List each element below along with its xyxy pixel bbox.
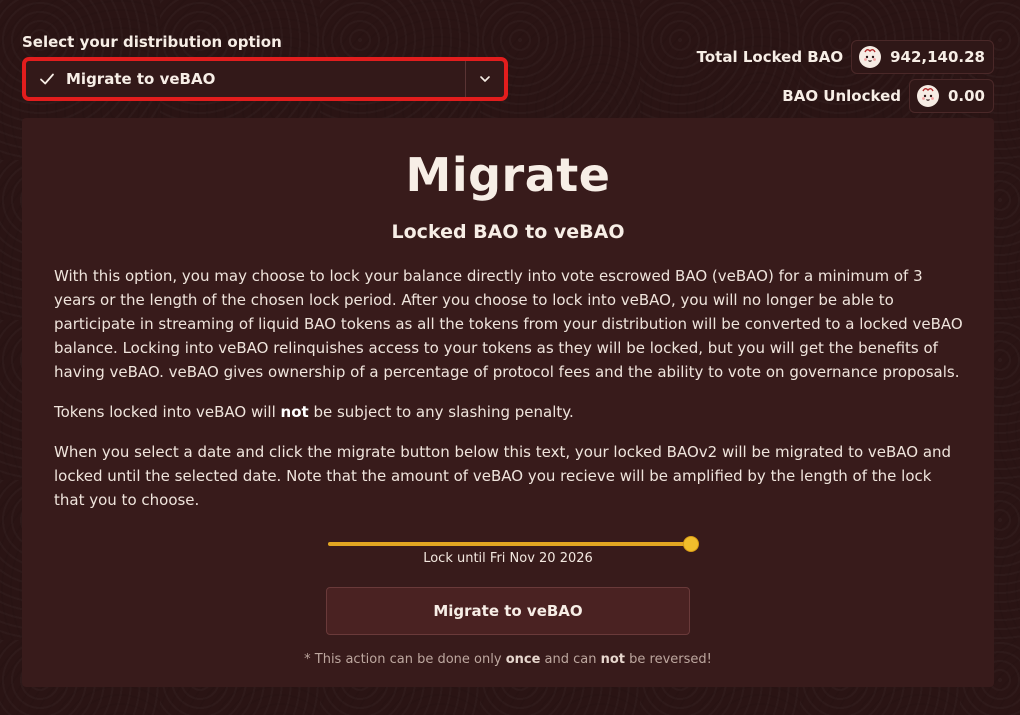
distribution-selected-option: Migrate to veBAO xyxy=(66,70,216,88)
warning-mid: and can xyxy=(540,652,601,667)
slider-fill xyxy=(328,542,690,546)
migrate-button[interactable]: Migrate to veBAO xyxy=(326,587,690,635)
bao-unlocked-stat: BAO Unlocked 0.00 xyxy=(782,79,994,113)
distribution-select-value[interactable]: Migrate to veBAO xyxy=(26,61,465,97)
slashing-note-pre: Tokens locked into veBAO will xyxy=(54,403,281,421)
migration-instructions: When you select a date and click the mig… xyxy=(54,443,952,509)
lock-until-label: Lock until Fri Nov 20 2026 xyxy=(423,551,593,566)
warning-emphasis-not: not xyxy=(600,652,626,667)
slashing-note: Tokens locked into veBAO will not be sub… xyxy=(54,400,966,424)
slider-thumb[interactable] xyxy=(683,536,699,552)
total-locked-stat: Total Locked BAO 942,140.28 xyxy=(697,40,994,74)
slashing-note-emphasis: not xyxy=(280,403,309,421)
bao-unlocked-label: BAO Unlocked xyxy=(782,87,901,105)
total-locked-value: 942,140.28 xyxy=(890,48,985,66)
warning-emphasis-once: once xyxy=(505,652,541,667)
description-paragraph: With this option, you may choose to lock… xyxy=(54,267,963,381)
card-title: Migrate xyxy=(405,148,611,202)
distribution-select-toggle[interactable] xyxy=(465,61,504,97)
total-locked-pill: 942,140.28 xyxy=(851,40,994,74)
bao-token-icon xyxy=(916,85,939,107)
bao-token-icon xyxy=(859,46,882,68)
slashing-note-post: be subject to any slashing penalty. xyxy=(308,403,574,421)
warning-post: be reversed! xyxy=(625,652,712,667)
bao-unlocked-value: 0.00 xyxy=(947,87,985,105)
card-description: With this option, you may choose to lock… xyxy=(54,264,966,528)
irreversible-warning: * This action can be done only once and … xyxy=(22,652,994,667)
total-locked-label: Total Locked BAO xyxy=(696,48,844,66)
bao-unlocked-pill: 0.00 xyxy=(908,79,994,113)
lock-duration-slider[interactable] xyxy=(328,536,699,552)
distribution-select[interactable]: Migrate to veBAO xyxy=(22,57,508,101)
distribution-select-label: Select your distribution option xyxy=(22,33,282,51)
check-icon xyxy=(40,73,54,85)
chevron-down-icon xyxy=(480,76,490,82)
card-subtitle: Locked BAO to veBAO xyxy=(391,221,625,243)
migrate-card: Migrate Locked BAO to veBAO With this op… xyxy=(22,118,994,687)
warning-pre: * This action can be done only xyxy=(304,652,506,667)
